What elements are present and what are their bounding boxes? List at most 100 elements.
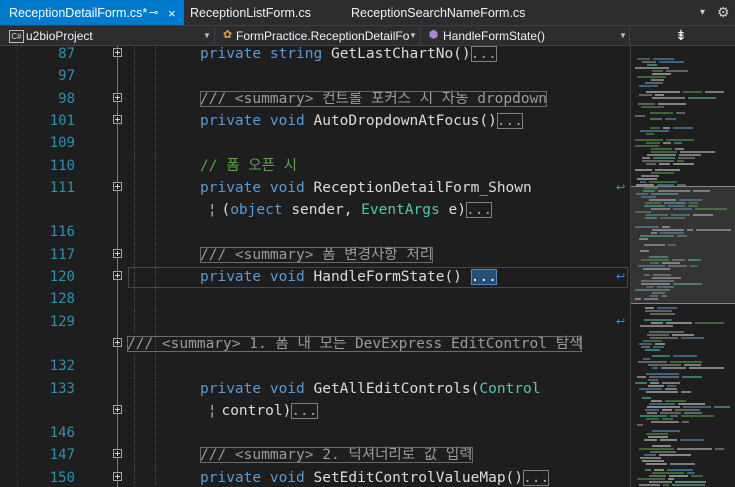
expand-outline-icon[interactable] — [113, 48, 122, 57]
code-line[interactable]: 132 — [0, 355, 630, 379]
minimap-code-line — [675, 409, 700, 411]
codelens-references-icon[interactable]: ↩ — [616, 266, 625, 288]
minimap-code-line — [641, 346, 650, 348]
minimap-code-line — [670, 361, 702, 363]
code-token: private — [200, 179, 262, 196]
minimap-code-line — [669, 475, 688, 477]
minimap-code-line — [640, 130, 669, 132]
code-line[interactable]: 128 — [0, 288, 630, 312]
code-line[interactable]: 147 /// <summary> 2. 딕셔너리로 값 입력 — [0, 444, 630, 468]
minimap-code-line — [673, 127, 693, 129]
gear-icon[interactable]: ⚙ — [717, 0, 730, 25]
indent-guide — [155, 444, 156, 468]
expand-outline-icon[interactable] — [113, 248, 122, 258]
code-token: /// <summary> 컨트롤 포커스 시 자동 dropdown — [200, 90, 548, 107]
code-text: /// <summary> 폼 변경사항 처리 — [200, 244, 434, 266]
minimap-code-line — [635, 382, 647, 384]
expand-outline-icon[interactable] — [113, 271, 122, 280]
minimap-code-line — [655, 94, 664, 96]
collapsed-region-button[interactable]: ... — [470, 269, 497, 285]
tab-reception-list-form[interactable]: ReceptionListForm.cs — [181, 0, 341, 25]
project-dropdown[interactable]: C# u2bioProject ▼ — [0, 27, 215, 45]
pin-icon[interactable]: ⊸ — [149, 0, 158, 27]
indent-guide — [134, 399, 135, 423]
minimap-code-line — [650, 382, 659, 384]
tab-reception-search-name-form[interactable]: ReceptionSearchNameForm.cs — [342, 0, 542, 25]
code-line[interactable]: 111 private void ReceptionDetailForm_Show… — [0, 176, 630, 200]
collapsed-region-button[interactable]: ... — [291, 402, 318, 419]
code-line[interactable]: 98 /// <summary> 컨트롤 포커스 시 자동 dropdown — [0, 87, 630, 111]
minimap-code-line — [644, 319, 672, 321]
collapsed-region-button[interactable]: ... — [496, 112, 524, 129]
minimap-code-line — [681, 337, 704, 339]
code-line[interactable]: 120 private void HandleFormState() ... ↩ — [0, 266, 630, 289]
minimap-code-line — [655, 343, 665, 345]
minimap-code-line — [635, 67, 669, 69]
tab-label: ReceptionSearchNameForm.cs — [351, 6, 526, 20]
code-line[interactable]: 116 — [0, 221, 630, 245]
member-dropdown[interactable]: ⬢ HandleFormState() ▼ — [422, 27, 630, 45]
codelens-references-icon[interactable]: ↩ — [616, 177, 625, 199]
minimap-code-line — [635, 139, 663, 141]
expand-outline-icon[interactable] — [113, 337, 122, 347]
code-line[interactable]: ¦ control)... — [0, 399, 630, 423]
minimap-code-line — [679, 154, 701, 156]
collapsed-region-button[interactable]: ... — [465, 202, 493, 219]
code-line[interactable]: ¦ (object sender, EventArgs e)... — [0, 199, 630, 223]
minimap-code-line — [662, 418, 673, 420]
minimap-code-line — [645, 307, 654, 309]
code-line[interactable]: 97 — [0, 65, 630, 89]
minimap-viewport[interactable] — [631, 186, 735, 304]
code-line[interactable]: 101 private void AutoDropdownAtFocus()... — [0, 109, 630, 133]
code-token: GetAllEditControls( — [304, 380, 480, 397]
close-icon[interactable]: × — [168, 0, 176, 27]
collapsed-region-button[interactable]: ... — [470, 46, 497, 62]
expand-outline-icon[interactable] — [113, 92, 122, 102]
code-text: private void HandleFormState() ... — [200, 266, 497, 288]
code-line[interactable]: 87 private string GetLastChartNo()... — [0, 46, 630, 66]
code-line[interactable]: 117 /// <summary> 폼 변경사항 처리 — [0, 243, 630, 267]
code-line[interactable]: /// <summary> 1. 폼 내 모든 DevExpress EditC… — [0, 332, 630, 356]
indent-guide — [134, 65, 135, 89]
codelens-references-icon[interactable]: ↩ — [616, 311, 625, 333]
expand-outline-icon[interactable] — [113, 114, 122, 124]
code-line[interactable]: 150 private void SetEditControlValueMap()… — [0, 466, 630, 487]
minimap-code-line — [714, 406, 730, 408]
indent-guide — [134, 176, 135, 200]
code-line[interactable]: 110 // 폼 오픈 시 — [0, 154, 630, 178]
class-dropdown[interactable]: ✿ FormPractice.ReceptionDetailFo ▼ — [216, 27, 421, 45]
code-line[interactable]: 146 — [0, 422, 630, 446]
indent-guide — [134, 199, 135, 223]
tab-reception-detail-form[interactable]: ReceptionDetailForm.cs* ⊸ × — [0, 0, 184, 25]
minimap-scrollbar[interactable] — [631, 46, 735, 487]
expand-outline-icon[interactable] — [113, 449, 122, 459]
expand-outline-icon[interactable] — [113, 404, 122, 414]
minimap-code-line — [661, 367, 686, 369]
collapsed-region-button[interactable]: ... — [523, 469, 550, 486]
minimap-code-line — [646, 433, 668, 435]
outline-margin-line — [117, 154, 118, 178]
code-token: void — [269, 112, 305, 129]
minimap-code-line — [649, 376, 679, 378]
tab-overflow-dropdown-icon[interactable]: ▾ — [700, 0, 705, 25]
code-token: object — [230, 202, 283, 219]
code-line[interactable]: 129 ↩ — [0, 310, 630, 334]
code-editor[interactable]: 87 private string GetLastChartNo()... 97 98… — [0, 46, 630, 487]
line-number: 101 — [49, 112, 75, 129]
code-token: SetEditControlValueMap() — [304, 469, 524, 486]
minimap-code-line — [655, 169, 680, 171]
minimap-code-line — [650, 313, 675, 315]
indent-guide — [155, 466, 156, 487]
minimap-code-line — [681, 391, 691, 393]
minimap-code-line — [637, 178, 657, 180]
code-line[interactable]: 109 — [0, 132, 630, 156]
expand-outline-icon[interactable] — [113, 471, 122, 481]
code-line[interactable]: 133 private void GetAllEditControls(Contr… — [0, 377, 630, 401]
split-window-icon[interactable]: ⇟ — [672, 26, 690, 45]
code-token: void — [269, 469, 305, 486]
code-token: sender, — [282, 202, 362, 219]
expand-outline-icon[interactable] — [113, 181, 122, 191]
code-text: private void GetAllEditControls(Control — [200, 378, 540, 400]
line-number: 110 — [49, 157, 75, 174]
